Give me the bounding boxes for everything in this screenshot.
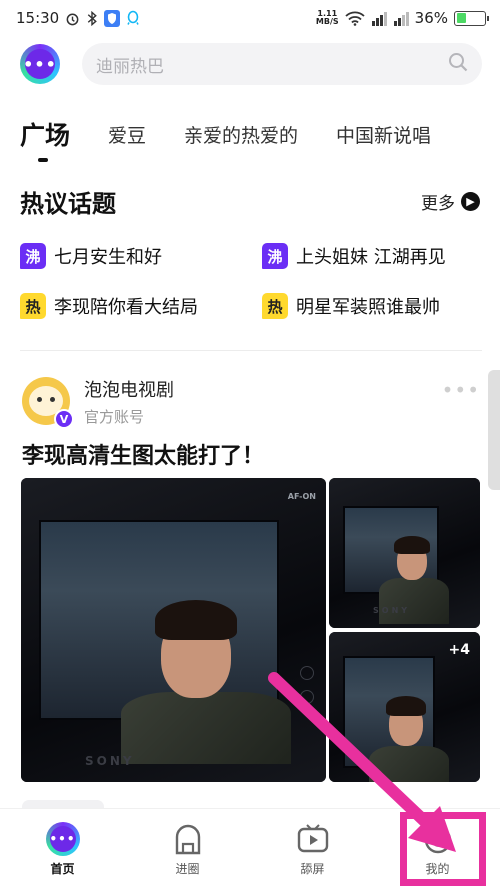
search-input[interactable]: 迪丽热巴 bbox=[82, 43, 482, 85]
hot-topics-header: 热议话题 更多 ▶ bbox=[20, 184, 480, 218]
topic-text: 明星军装照谁最帅 bbox=[296, 293, 440, 319]
author-name[interactable]: 泡泡电视剧 bbox=[84, 376, 428, 402]
camera-screen bbox=[343, 506, 449, 624]
hot-badge: 热 bbox=[262, 293, 288, 319]
post-image-main[interactable]: AF-ON SONY bbox=[21, 478, 326, 782]
home-logo-icon: ••• bbox=[45, 821, 80, 856]
signal-icon-1 bbox=[371, 11, 387, 26]
topic-item[interactable]: 热 李现陪你看大结局 bbox=[20, 290, 262, 322]
nav-label: 我的 bbox=[425, 861, 450, 876]
camera-brand: SONY bbox=[85, 754, 135, 768]
boil-badge: 沸 bbox=[20, 243, 46, 269]
battery-percent: 36% bbox=[414, 9, 448, 27]
person-body bbox=[379, 578, 449, 624]
person-body bbox=[121, 692, 291, 764]
bottom-nav: ••• 首页 进圈 舔屏 我的 bbox=[0, 808, 500, 889]
boil-badge: 沸 bbox=[262, 243, 288, 269]
hot-topics-title: 热议话题 bbox=[20, 189, 116, 218]
verified-badge: V bbox=[54, 409, 74, 429]
status-right: 1.11 MB/S 36% bbox=[316, 9, 489, 27]
section-divider bbox=[20, 350, 482, 351]
person-hair bbox=[155, 600, 237, 640]
nav-label: 舔屏 bbox=[300, 861, 325, 876]
bluetooth-icon bbox=[86, 10, 98, 26]
topic-item[interactable]: 沸 上头姐妹 江湖再见 bbox=[262, 240, 480, 272]
tab-idol[interactable]: 爱豆 bbox=[108, 121, 146, 148]
more-label: 更多 bbox=[421, 193, 455, 214]
tab-rap-of-china[interactable]: 中国新说唱 bbox=[336, 121, 431, 148]
nav-me[interactable]: 我的 bbox=[388, 822, 488, 877]
topic-item[interactable]: 沸 七月安生和好 bbox=[20, 240, 262, 272]
search-icon[interactable] bbox=[448, 52, 468, 76]
net-speed: 1.11 MB/S bbox=[316, 10, 339, 26]
more-button[interactable]: 更多 ▶ bbox=[421, 189, 480, 214]
shield-icon bbox=[104, 9, 121, 27]
category-tabs: 广场 爱豆 亲爱的热爱的 中国新说唱 bbox=[20, 112, 490, 162]
topic-text: 李现陪你看大结局 bbox=[54, 293, 198, 319]
author-subtitle: 官方账号 bbox=[84, 407, 145, 426]
topic-item[interactable]: 热 明星军装照谁最帅 bbox=[262, 290, 480, 322]
author-info: 泡泡电视剧 官方账号 bbox=[84, 376, 428, 427]
play-screen-icon bbox=[296, 822, 330, 856]
more-images-count: +4 bbox=[448, 642, 470, 658]
topic-text: 上头姐妹 江湖再见 bbox=[296, 243, 446, 269]
camera-screen bbox=[39, 520, 291, 764]
nav-circle[interactable]: 进圈 bbox=[138, 822, 238, 877]
camera-brand: SONY bbox=[373, 606, 411, 615]
status-bar: 15:30 1.11 MB/S 36% bbox=[0, 0, 500, 36]
baby-face-icon bbox=[421, 822, 455, 856]
camera-af-label: AF-ON bbox=[287, 492, 316, 501]
hot-topics-list: 沸 七月安生和好 沸 上头姐妹 江湖再见 热 李现陪你看大结局 热 明星军装照谁… bbox=[20, 240, 480, 322]
post-image-3[interactable]: +4 bbox=[329, 632, 480, 782]
nav-home[interactable]: ••• 首页 bbox=[13, 821, 113, 877]
person-hair bbox=[394, 536, 430, 554]
camera-button-icon bbox=[300, 666, 314, 680]
post-author: V 泡泡电视剧 官方账号 ••• bbox=[22, 376, 480, 429]
scroll-handle[interactable] bbox=[488, 370, 500, 490]
person-hair bbox=[386, 696, 426, 716]
post-title[interactable]: 李现高清生图太能打了！ bbox=[22, 438, 264, 470]
net-speed-unit: MB/S bbox=[315, 17, 339, 26]
post-gallery: AF-ON SONY SONY +4 bbox=[21, 478, 480, 782]
search-placeholder: 迪丽热巴 bbox=[96, 56, 164, 77]
person-body bbox=[369, 746, 449, 782]
signal-icon-2 bbox=[393, 11, 409, 26]
tab-go-go-squad[interactable]: 亲爱的热爱的 bbox=[184, 121, 298, 148]
status-left: 15:30 bbox=[16, 9, 140, 27]
wifi-icon bbox=[345, 11, 365, 26]
hot-badge: 热 bbox=[20, 293, 46, 319]
app-logo-icon[interactable]: ••• bbox=[20, 44, 60, 84]
status-time: 15:30 bbox=[16, 9, 60, 27]
more-options-icon[interactable]: ••• bbox=[442, 378, 480, 402]
chevron-right-icon: ▶ bbox=[461, 191, 480, 211]
nav-label: 进圈 bbox=[175, 861, 200, 876]
topic-text: 七月安生和好 bbox=[54, 243, 162, 269]
avatar[interactable]: V bbox=[22, 377, 74, 429]
logo-dots-icon: ••• bbox=[23, 49, 56, 79]
battery-fill bbox=[456, 13, 467, 23]
post-image-2[interactable]: SONY bbox=[329, 478, 480, 628]
arch-icon bbox=[171, 822, 205, 856]
camera-button-icon bbox=[300, 690, 314, 704]
battery-icon bbox=[454, 10, 489, 26]
header: ••• 迪丽热巴 bbox=[20, 42, 482, 86]
tab-square[interactable]: 广场 bbox=[20, 116, 70, 162]
nav-lick-screen[interactable]: 舔屏 bbox=[263, 822, 363, 877]
camera-screen bbox=[343, 656, 449, 782]
nav-label: 首页 bbox=[50, 861, 75, 876]
qq-icon bbox=[126, 10, 140, 26]
alarm-icon bbox=[65, 11, 80, 26]
